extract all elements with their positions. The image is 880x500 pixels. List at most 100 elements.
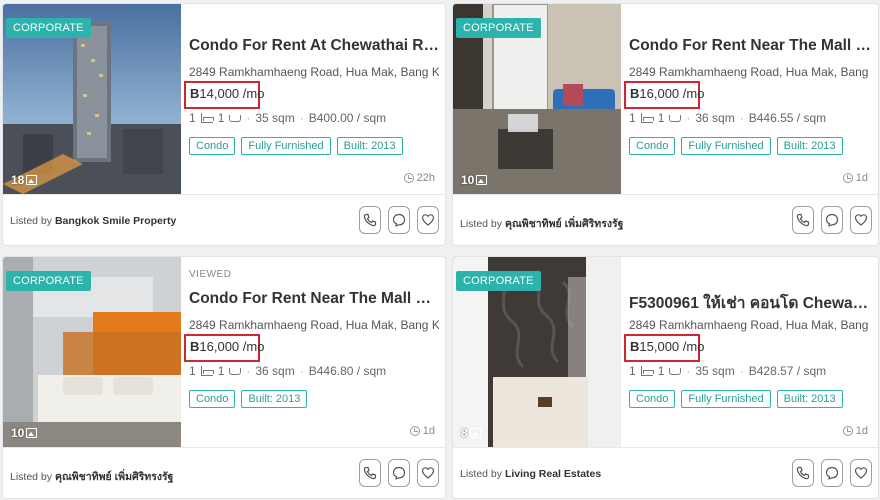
- listing-title[interactable]: Condo For Rent Near The Mall Ramkhamh...: [189, 290, 439, 308]
- viewed-label: VIEWED: [189, 269, 232, 280]
- lister-name[interactable]: Living Real Estates: [505, 468, 601, 480]
- favorite-button[interactable]: [417, 459, 439, 487]
- photo-icon: [476, 175, 488, 185]
- chat-icon: [392, 466, 406, 480]
- chat-icon: [392, 213, 406, 227]
- listing-info: VIEWED Condo For Rent Near The Mall Ramk…: [184, 257, 439, 447]
- chat-button[interactable]: [821, 459, 843, 487]
- lister-name[interactable]: คุณพิชาทิพย์ เพิ่มศิริทรงรัฐ: [55, 471, 173, 483]
- tag: Condo: [629, 137, 676, 155]
- tag: Built: 2013: [776, 390, 843, 408]
- listing-title[interactable]: F5300961 ให้เช่า คอนโด Chewathai Ramk...: [629, 290, 872, 315]
- listing-specs: 1 1 · 35 sqm · B400.00 / sqm: [189, 111, 387, 125]
- listing-age: 1d: [409, 425, 435, 437]
- listing-price: B15,000 /mo: [624, 334, 704, 362]
- phone-icon: [363, 213, 377, 227]
- listing-actions: [792, 459, 872, 487]
- bed-icon: [640, 365, 654, 376]
- listing-price: B16,000 /mo: [184, 334, 264, 362]
- listing-age: 1d: [842, 425, 868, 437]
- listing-info: F5300961 ให้เช่า คอนโด Chewathai Ramk...…: [624, 257, 872, 447]
- chat-button[interactable]: [388, 206, 410, 234]
- chat-button[interactable]: [388, 459, 410, 487]
- listing-address: 2849 Ramkhamhaeng Road, Hua Mak, Bang Ka…: [189, 318, 439, 332]
- bed-icon: [640, 112, 654, 123]
- listing-card[interactable]: CORPORATE 10 VIEWED Condo For Rent Near …: [2, 256, 446, 499]
- lister: Listed by Living Real Estates: [460, 468, 602, 480]
- listing-photo[interactable]: CORPORATE 10: [453, 4, 621, 194]
- tag: Fully Furnished: [681, 137, 771, 155]
- image-count[interactable]: 10: [461, 173, 488, 187]
- heart-icon: [421, 214, 435, 226]
- favorite-button[interactable]: [417, 206, 439, 234]
- favorite-button[interactable]: [850, 459, 872, 487]
- listing-age: 22h: [403, 172, 435, 184]
- listing-tags: Condo Fully Furnished Built: 2013: [629, 390, 843, 408]
- tag: Built: 2013: [776, 137, 843, 155]
- phone-button[interactable]: [359, 206, 381, 234]
- corporate-badge: CORPORATE: [6, 271, 91, 291]
- listing-price: B14,000 /mo: [184, 81, 264, 109]
- heart-icon: [854, 467, 868, 479]
- corporate-badge: CORPORATE: [456, 18, 541, 38]
- listing-card[interactable]: CORPORATE 18 Condo For Rent At Chewathai…: [2, 3, 446, 246]
- bed-icon: [200, 365, 214, 376]
- listing-info: Condo For Rent At Chewathai Ramkamhae...…: [184, 4, 439, 194]
- listing-address: 2849 Ramkhamhaeng Road, Hua Mak, Bang Ka…: [189, 65, 439, 79]
- chat-button[interactable]: [821, 206, 843, 234]
- listing-tags: Condo Fully Furnished Built: 2013: [189, 137, 403, 155]
- listing-info: Condo For Rent Near The Mall Bangkapi C.…: [624, 4, 872, 194]
- image-count[interactable]: 8: [461, 426, 481, 440]
- listing-photo[interactable]: CORPORATE 8: [453, 257, 621, 447]
- heart-icon: [421, 467, 435, 479]
- listing-footer: Listed by Living Real Estates: [453, 447, 878, 498]
- photo-icon: [26, 175, 38, 185]
- clock-icon: [842, 426, 853, 436]
- tag: Condo: [189, 390, 236, 408]
- listing-address: 2849 Ramkhamhaeng Road, Hua Mak, Bang Ka…: [629, 65, 872, 79]
- chat-icon: [825, 466, 839, 480]
- listing-address: 2849 Ramkhamhaeng Road, Hua Mak, Bang Ka…: [629, 318, 872, 332]
- corporate-badge: CORPORATE: [456, 271, 541, 291]
- clock-icon: [403, 173, 414, 183]
- bath-icon: [669, 114, 682, 122]
- clock-icon: [409, 426, 420, 436]
- listing-actions: [359, 206, 439, 234]
- image-count[interactable]: 18: [11, 173, 38, 187]
- image-count[interactable]: 10: [11, 426, 38, 440]
- tag: Condo: [629, 390, 676, 408]
- listing-photo[interactable]: CORPORATE 10: [3, 257, 181, 447]
- favorite-button[interactable]: [850, 206, 872, 234]
- phone-button[interactable]: [359, 459, 381, 487]
- listing-title[interactable]: Condo For Rent At Chewathai Ramkamhae...: [189, 37, 439, 55]
- listing-specs: 1 1 · 35 sqm · B428.57 / sqm: [629, 364, 827, 378]
- listing-footer: Listed by คุณพิชาทิพย์ เพิ่มศิริทรงรัฐ: [453, 194, 878, 245]
- tag: Fully Furnished: [241, 137, 331, 155]
- bed-icon: [200, 112, 214, 123]
- listing-footer: Listed by คุณพิชาทิพย์ เพิ่มศิริทรงรัฐ: [3, 447, 445, 498]
- tag: Built: 2013: [336, 137, 403, 155]
- listing-card[interactable]: CORPORATE 10 Condo For Rent Near The Mal…: [452, 3, 879, 246]
- chat-icon: [825, 213, 839, 227]
- phone-button[interactable]: [792, 206, 814, 234]
- heart-icon: [854, 214, 868, 226]
- listing-photo[interactable]: CORPORATE 18: [3, 4, 181, 194]
- tag: Condo: [189, 137, 236, 155]
- phone-button[interactable]: [792, 459, 814, 487]
- phone-icon: [796, 213, 810, 227]
- phone-icon: [796, 466, 810, 480]
- listing-card[interactable]: CORPORATE 8 F5300961 ให้เช่า คอนโด Chewa…: [452, 256, 879, 499]
- listing-footer: Listed by Bangkok Smile Property: [3, 194, 445, 245]
- lister-name[interactable]: Bangkok Smile Property: [55, 215, 176, 227]
- photo-icon: [469, 428, 481, 438]
- bath-icon: [669, 367, 682, 375]
- tag: Fully Furnished: [681, 390, 771, 408]
- bath-icon: [229, 114, 242, 122]
- phone-icon: [363, 466, 377, 480]
- lister: Listed by คุณพิชาทิพย์ เพิ่มศิริทรงรัฐ: [460, 218, 624, 230]
- lister-name[interactable]: คุณพิชาทิพย์ เพิ่มศิริทรงรัฐ: [505, 218, 623, 230]
- listing-actions: [792, 206, 872, 234]
- tag: Built: 2013: [241, 390, 308, 408]
- lister: Listed by คุณพิชาทิพย์ เพิ่มศิริทรงรัฐ: [10, 471, 174, 483]
- listing-title[interactable]: Condo For Rent Near The Mall Bangkapi C.…: [629, 37, 872, 55]
